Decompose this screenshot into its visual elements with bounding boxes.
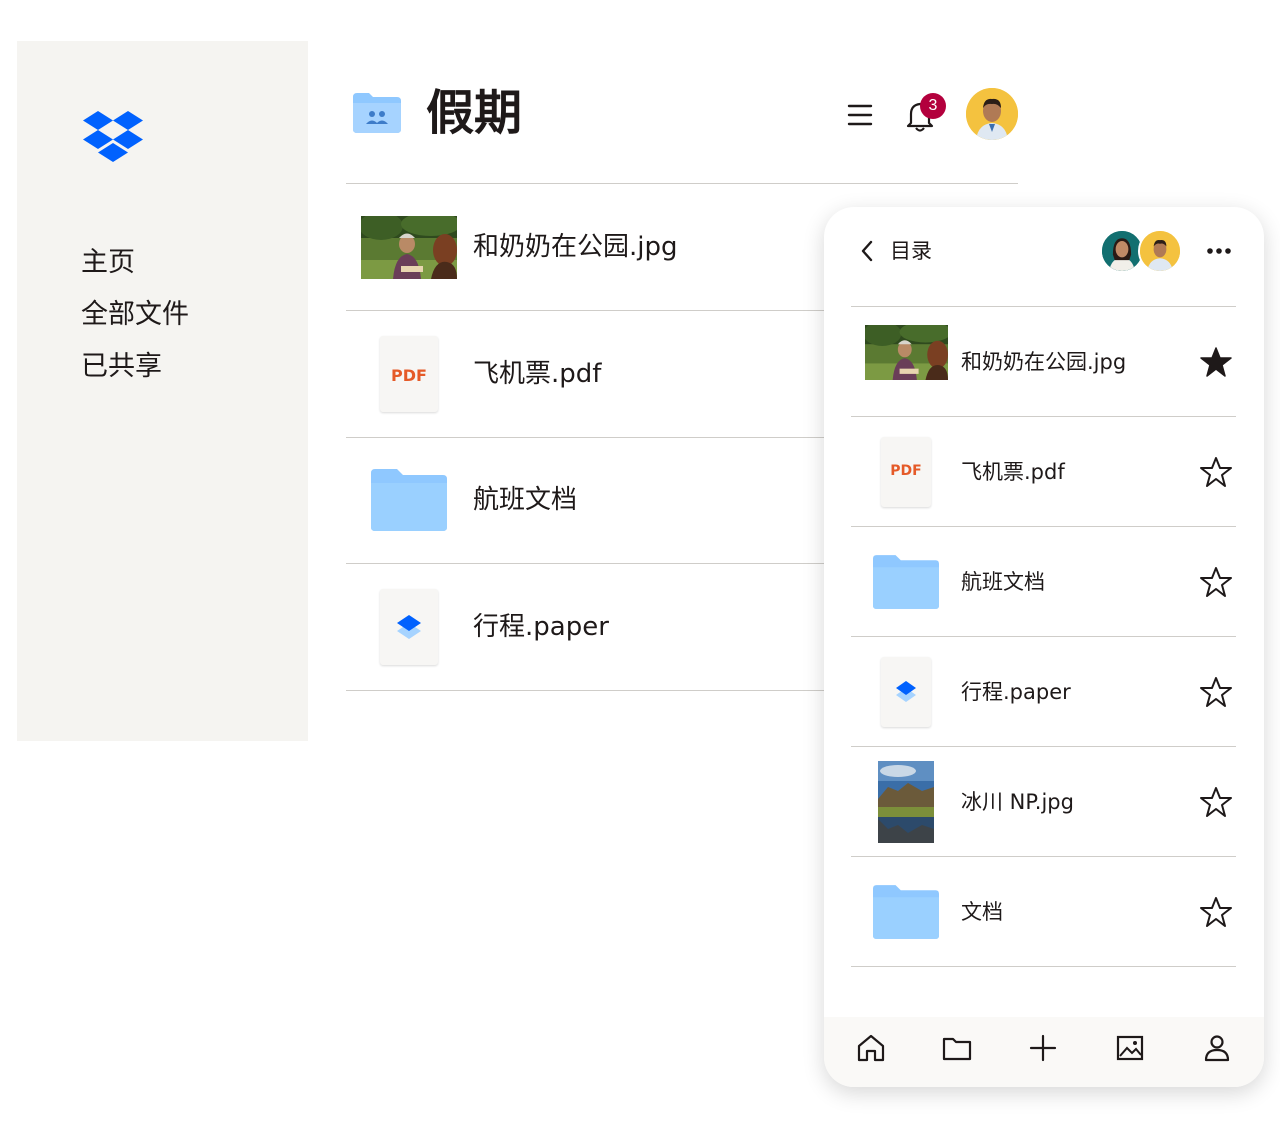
file-name[interactable]: 冰川 NP.jpg bbox=[961, 747, 1074, 857]
file-name[interactable]: 行程.paper bbox=[961, 637, 1071, 747]
star-outline-icon[interactable] bbox=[1199, 565, 1233, 599]
mobile-folder-title[interactable]: 目录 bbox=[890, 235, 932, 267]
file-row[interactable]: 航班文档 bbox=[346, 437, 866, 564]
plus-icon[interactable] bbox=[1026, 1031, 1060, 1065]
file-row[interactable]: 行程.paper bbox=[346, 564, 866, 691]
photo-thumbnail bbox=[361, 216, 457, 279]
collaborator-avatar[interactable] bbox=[1138, 229, 1182, 273]
file-row[interactable]: 和奶奶在公园.jpg bbox=[346, 184, 866, 311]
star-outline-icon[interactable] bbox=[1199, 675, 1233, 709]
mobile-file-row[interactable]: PDF 飞机票.pdf bbox=[851, 417, 1236, 527]
file-name[interactable]: 行程.paper bbox=[473, 564, 609, 690]
mobile-file-row[interactable]: 冰川 NP.jpg bbox=[851, 747, 1236, 857]
file-name[interactable]: 文档 bbox=[961, 857, 1003, 967]
mobile-tab-bar bbox=[824, 1017, 1264, 1087]
star-outline-icon[interactable] bbox=[1199, 895, 1233, 929]
photo-thumbnail bbox=[865, 325, 948, 380]
folder-icon bbox=[371, 469, 447, 531]
sidebar-item-home[interactable]: 主页 bbox=[81, 237, 189, 289]
mobile-file-row[interactable]: 行程.paper bbox=[851, 637, 1236, 747]
account-icon[interactable] bbox=[1200, 1031, 1234, 1065]
star-outline-icon[interactable] bbox=[1199, 785, 1233, 819]
file-name[interactable]: 航班文档 bbox=[473, 437, 577, 563]
pdf-badge: PDF bbox=[391, 366, 427, 385]
folder-icon[interactable] bbox=[940, 1031, 974, 1065]
sidebar: 主页 全部文件 已共享 bbox=[17, 41, 308, 741]
photos-icon[interactable] bbox=[1113, 1031, 1147, 1065]
menu-icon[interactable] bbox=[846, 101, 874, 129]
mobile-file-row[interactable]: 航班文档 bbox=[851, 527, 1236, 637]
file-name[interactable]: 飞机票.pdf bbox=[473, 311, 601, 437]
sidebar-nav: 主页 全部文件 已共享 bbox=[81, 237, 189, 393]
notifications-button[interactable]: 3 bbox=[902, 93, 946, 135]
sidebar-item-all-files[interactable]: 全部文件 bbox=[81, 289, 189, 341]
home-icon[interactable] bbox=[854, 1031, 888, 1065]
folder-icon bbox=[873, 885, 939, 939]
mobile-app: 目录 和奶奶在公园.jpg PDF 飞机票.pdf 航班文档 行程.paper … bbox=[824, 207, 1264, 1087]
notification-badge: 3 bbox=[920, 93, 946, 119]
star-filled-icon[interactable] bbox=[1199, 345, 1233, 379]
avatar-portrait bbox=[966, 88, 1018, 140]
page-title: 假期 bbox=[426, 85, 523, 141]
file-name[interactable]: 和奶奶在公园.jpg bbox=[961, 307, 1126, 417]
sidebar-item-shared[interactable]: 已共享 bbox=[81, 341, 189, 393]
chevron-left-icon[interactable] bbox=[858, 239, 878, 263]
more-horizontal-icon[interactable] bbox=[1204, 237, 1234, 265]
file-name[interactable]: 航班文档 bbox=[961, 527, 1045, 637]
paper-doc-icon bbox=[380, 589, 438, 665]
user-avatar[interactable] bbox=[966, 88, 1018, 140]
shared-folder-icon bbox=[353, 93, 401, 133]
mobile-file-row[interactable]: 文档 bbox=[851, 857, 1236, 967]
pdf-file-icon: PDF bbox=[380, 336, 438, 412]
paper-doc-icon bbox=[881, 657, 931, 727]
paper-logo-icon bbox=[397, 615, 421, 639]
pdf-file-icon: PDF bbox=[881, 437, 931, 507]
paper-logo-icon bbox=[896, 681, 916, 702]
file-name[interactable]: 飞机票.pdf bbox=[961, 417, 1065, 527]
mobile-file-row[interactable]: 和奶奶在公园.jpg bbox=[851, 307, 1236, 417]
landscape-thumbnail bbox=[878, 761, 934, 843]
pdf-badge: PDF bbox=[890, 463, 922, 479]
dropbox-logo[interactable] bbox=[83, 111, 143, 163]
star-outline-icon[interactable] bbox=[1199, 455, 1233, 489]
file-row[interactable]: PDF 飞机票.pdf bbox=[346, 311, 866, 438]
folder-icon bbox=[873, 555, 939, 609]
file-name[interactable]: 和奶奶在公园.jpg bbox=[473, 184, 678, 310]
